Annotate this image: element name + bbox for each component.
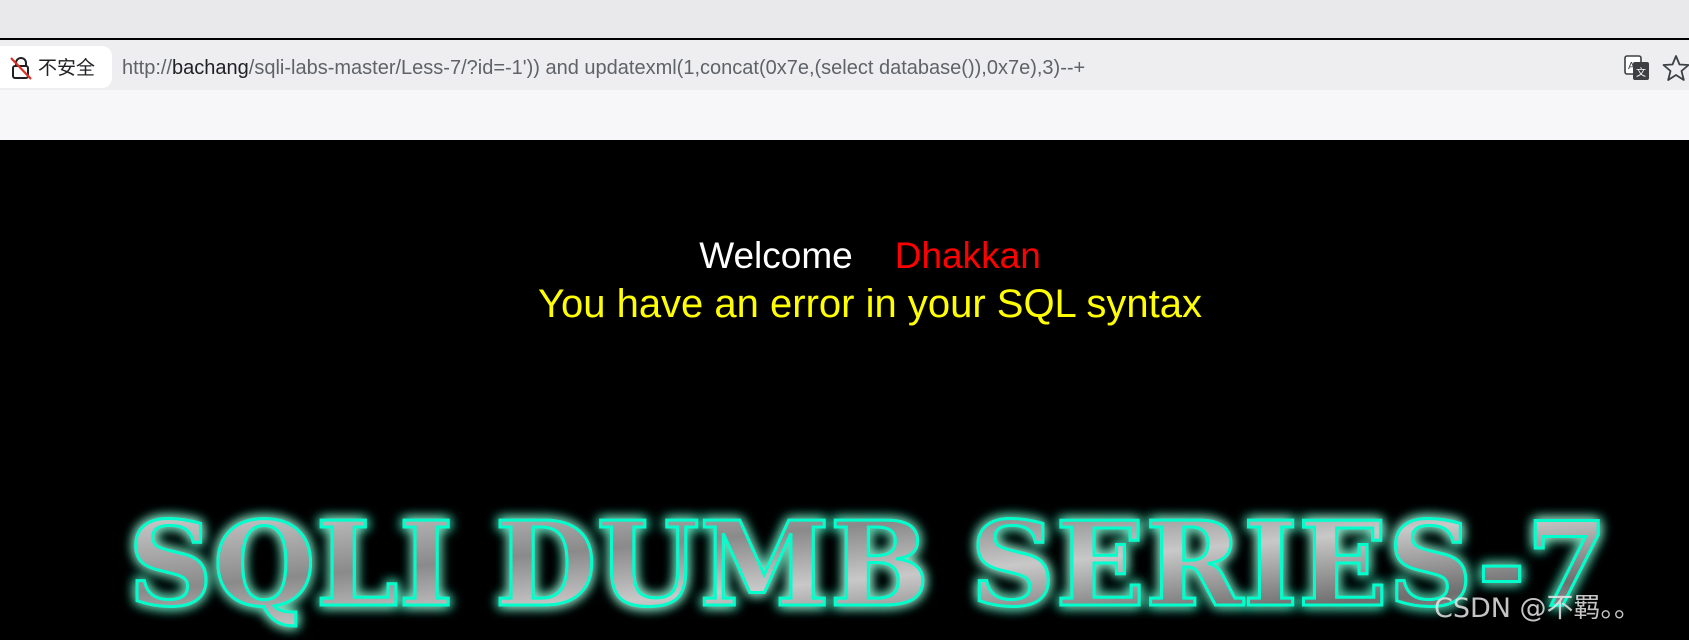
page-content: Welcome Dhakkan You have an error in your…	[0, 140, 1689, 639]
welcome-line: Welcome Dhakkan	[0, 234, 1689, 278]
banner-text: SQLI DUMB SERIES-7	[128, 497, 1608, 633]
svg-text:文: 文	[1636, 66, 1646, 79]
url-scheme: http://	[122, 57, 173, 79]
svg-text:A: A	[1628, 61, 1635, 72]
security-indicator[interactable]: 不安全	[0, 46, 112, 88]
browser-tab-strip	[0, 0, 1689, 38]
watermark: CSDN @不羁。。	[1434, 593, 1642, 624]
error-message: You have an error in your SQL syntax	[537, 282, 1203, 326]
lock-warning-icon	[10, 57, 32, 80]
translate-icon[interactable]: A 文	[1624, 55, 1650, 81]
series-banner: SQLI DUMB SERIES-7	[127, 496, 1610, 635]
url-text[interactable]: http://bachang/sqli-labs-master/Less-7/?…	[122, 56, 1085, 80]
security-label: 不安全	[38, 57, 96, 79]
url-path: /sqli-labs-master/Less-7/?id=-1')) and u…	[248, 57, 1086, 79]
welcome-text: Welcome	[699, 235, 853, 276]
user-name: Dhakkan	[894, 235, 1041, 276]
url-host: bachang	[172, 57, 249, 79]
bookmark-bar	[0, 90, 1689, 140]
star-icon[interactable]	[1662, 54, 1689, 82]
